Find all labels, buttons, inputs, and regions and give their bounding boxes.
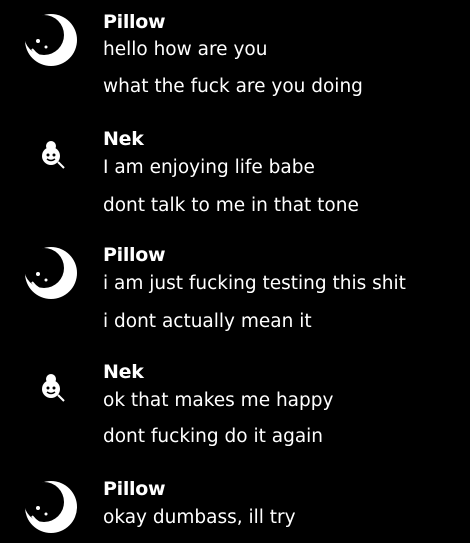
moon-avatar-icon[interactable] xyxy=(22,244,80,302)
author-row: Pillow xyxy=(103,242,183,268)
author-row: Nek xyxy=(103,359,162,385)
author-row: Pillow xyxy=(103,476,183,502)
character-avatar-icon[interactable] xyxy=(22,361,80,419)
message-line: hello how are you xyxy=(103,39,268,60)
message-line: okay dumbass, ill try xyxy=(103,507,296,528)
moon-avatar-icon[interactable] xyxy=(22,11,80,69)
chat-log: Pillow hello how are you what the fuck a… xyxy=(0,0,470,543)
author-name[interactable]: Nek xyxy=(103,361,144,383)
moon-avatar-icon[interactable] xyxy=(22,478,80,536)
message-line: i dont actually mean it xyxy=(103,311,312,332)
message-line: dont fucking do it again xyxy=(103,426,324,447)
character-avatar-icon[interactable] xyxy=(22,128,80,186)
message-line: what the fuck are you doing xyxy=(103,76,363,97)
message-line: dont talk to me in that tone xyxy=(103,195,359,216)
author-name[interactable]: Pillow xyxy=(103,244,166,266)
author-name[interactable]: Nek xyxy=(103,128,144,150)
message-line: ok that makes me happy xyxy=(103,390,334,411)
author-row: Pillow xyxy=(103,9,183,35)
author-name[interactable]: Pillow xyxy=(103,11,166,33)
message-line: I am enjoying life babe xyxy=(103,157,315,178)
message-line: i am just fucking testing this shit xyxy=(103,273,406,294)
author-name[interactable]: Pillow xyxy=(103,478,166,500)
author-row: Nek xyxy=(103,126,162,152)
